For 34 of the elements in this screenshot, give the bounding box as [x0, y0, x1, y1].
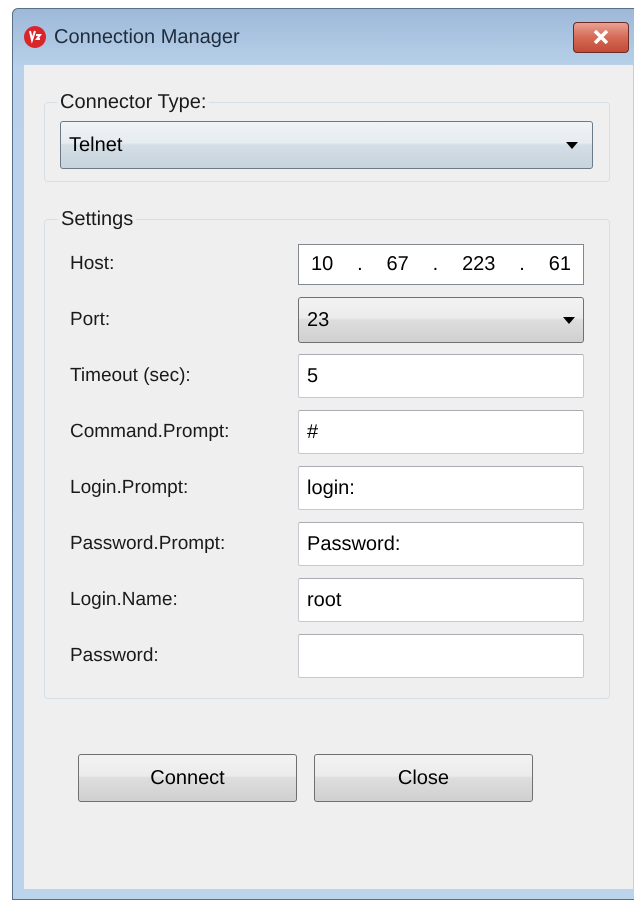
- field-label: Port:: [70, 308, 110, 332]
- ip-separator: .: [432, 252, 438, 277]
- dropdown-caret-icon: [566, 142, 578, 148]
- field-label: Timeout (sec):: [70, 364, 191, 388]
- field-label: Login.Name:: [70, 588, 178, 612]
- dropdown-caret-icon: [563, 316, 575, 324]
- ip-octet: 61: [548, 252, 571, 277]
- field-label: Password.Prompt:: [70, 532, 226, 556]
- connector-type-dropdown[interactable]: Telnet: [60, 121, 593, 169]
- dialog-button[interactable]: Connect: [78, 754, 297, 802]
- text-input-field[interactable]: Password:: [298, 522, 584, 566]
- field-label: Password:: [70, 644, 159, 668]
- text-input-field[interactable]: 5: [298, 354, 584, 398]
- close-icon: [593, 30, 609, 44]
- group-label: Connector Type:: [59, 90, 208, 115]
- field-label: Command.Prompt:: [70, 420, 230, 444]
- text-input-field[interactable]: login:: [298, 466, 584, 510]
- ip-separator: .: [357, 252, 363, 277]
- field-label: Login.Prompt:: [70, 476, 188, 500]
- field-label: Host:: [70, 252, 114, 276]
- ip-address-field[interactable]: 10 . 67 . 223 . 61: [298, 244, 584, 284]
- text-input-field[interactable]: root: [298, 578, 584, 622]
- port-dropdown[interactable]: 23: [298, 297, 584, 343]
- window-title: Connection Manager: [54, 25, 240, 50]
- text-input-field[interactable]: [298, 634, 584, 678]
- text-input-field[interactable]: #: [298, 410, 584, 454]
- close-button[interactable]: [573, 22, 629, 52]
- dialog-button[interactable]: Close: [314, 754, 533, 802]
- ip-octet: 10: [311, 252, 334, 277]
- app-logo-icon: [24, 26, 46, 48]
- ip-octet: 67: [386, 252, 409, 277]
- ip-separator: .: [519, 252, 525, 277]
- group-label: Settings: [60, 207, 134, 232]
- ip-octet: 223: [462, 252, 496, 277]
